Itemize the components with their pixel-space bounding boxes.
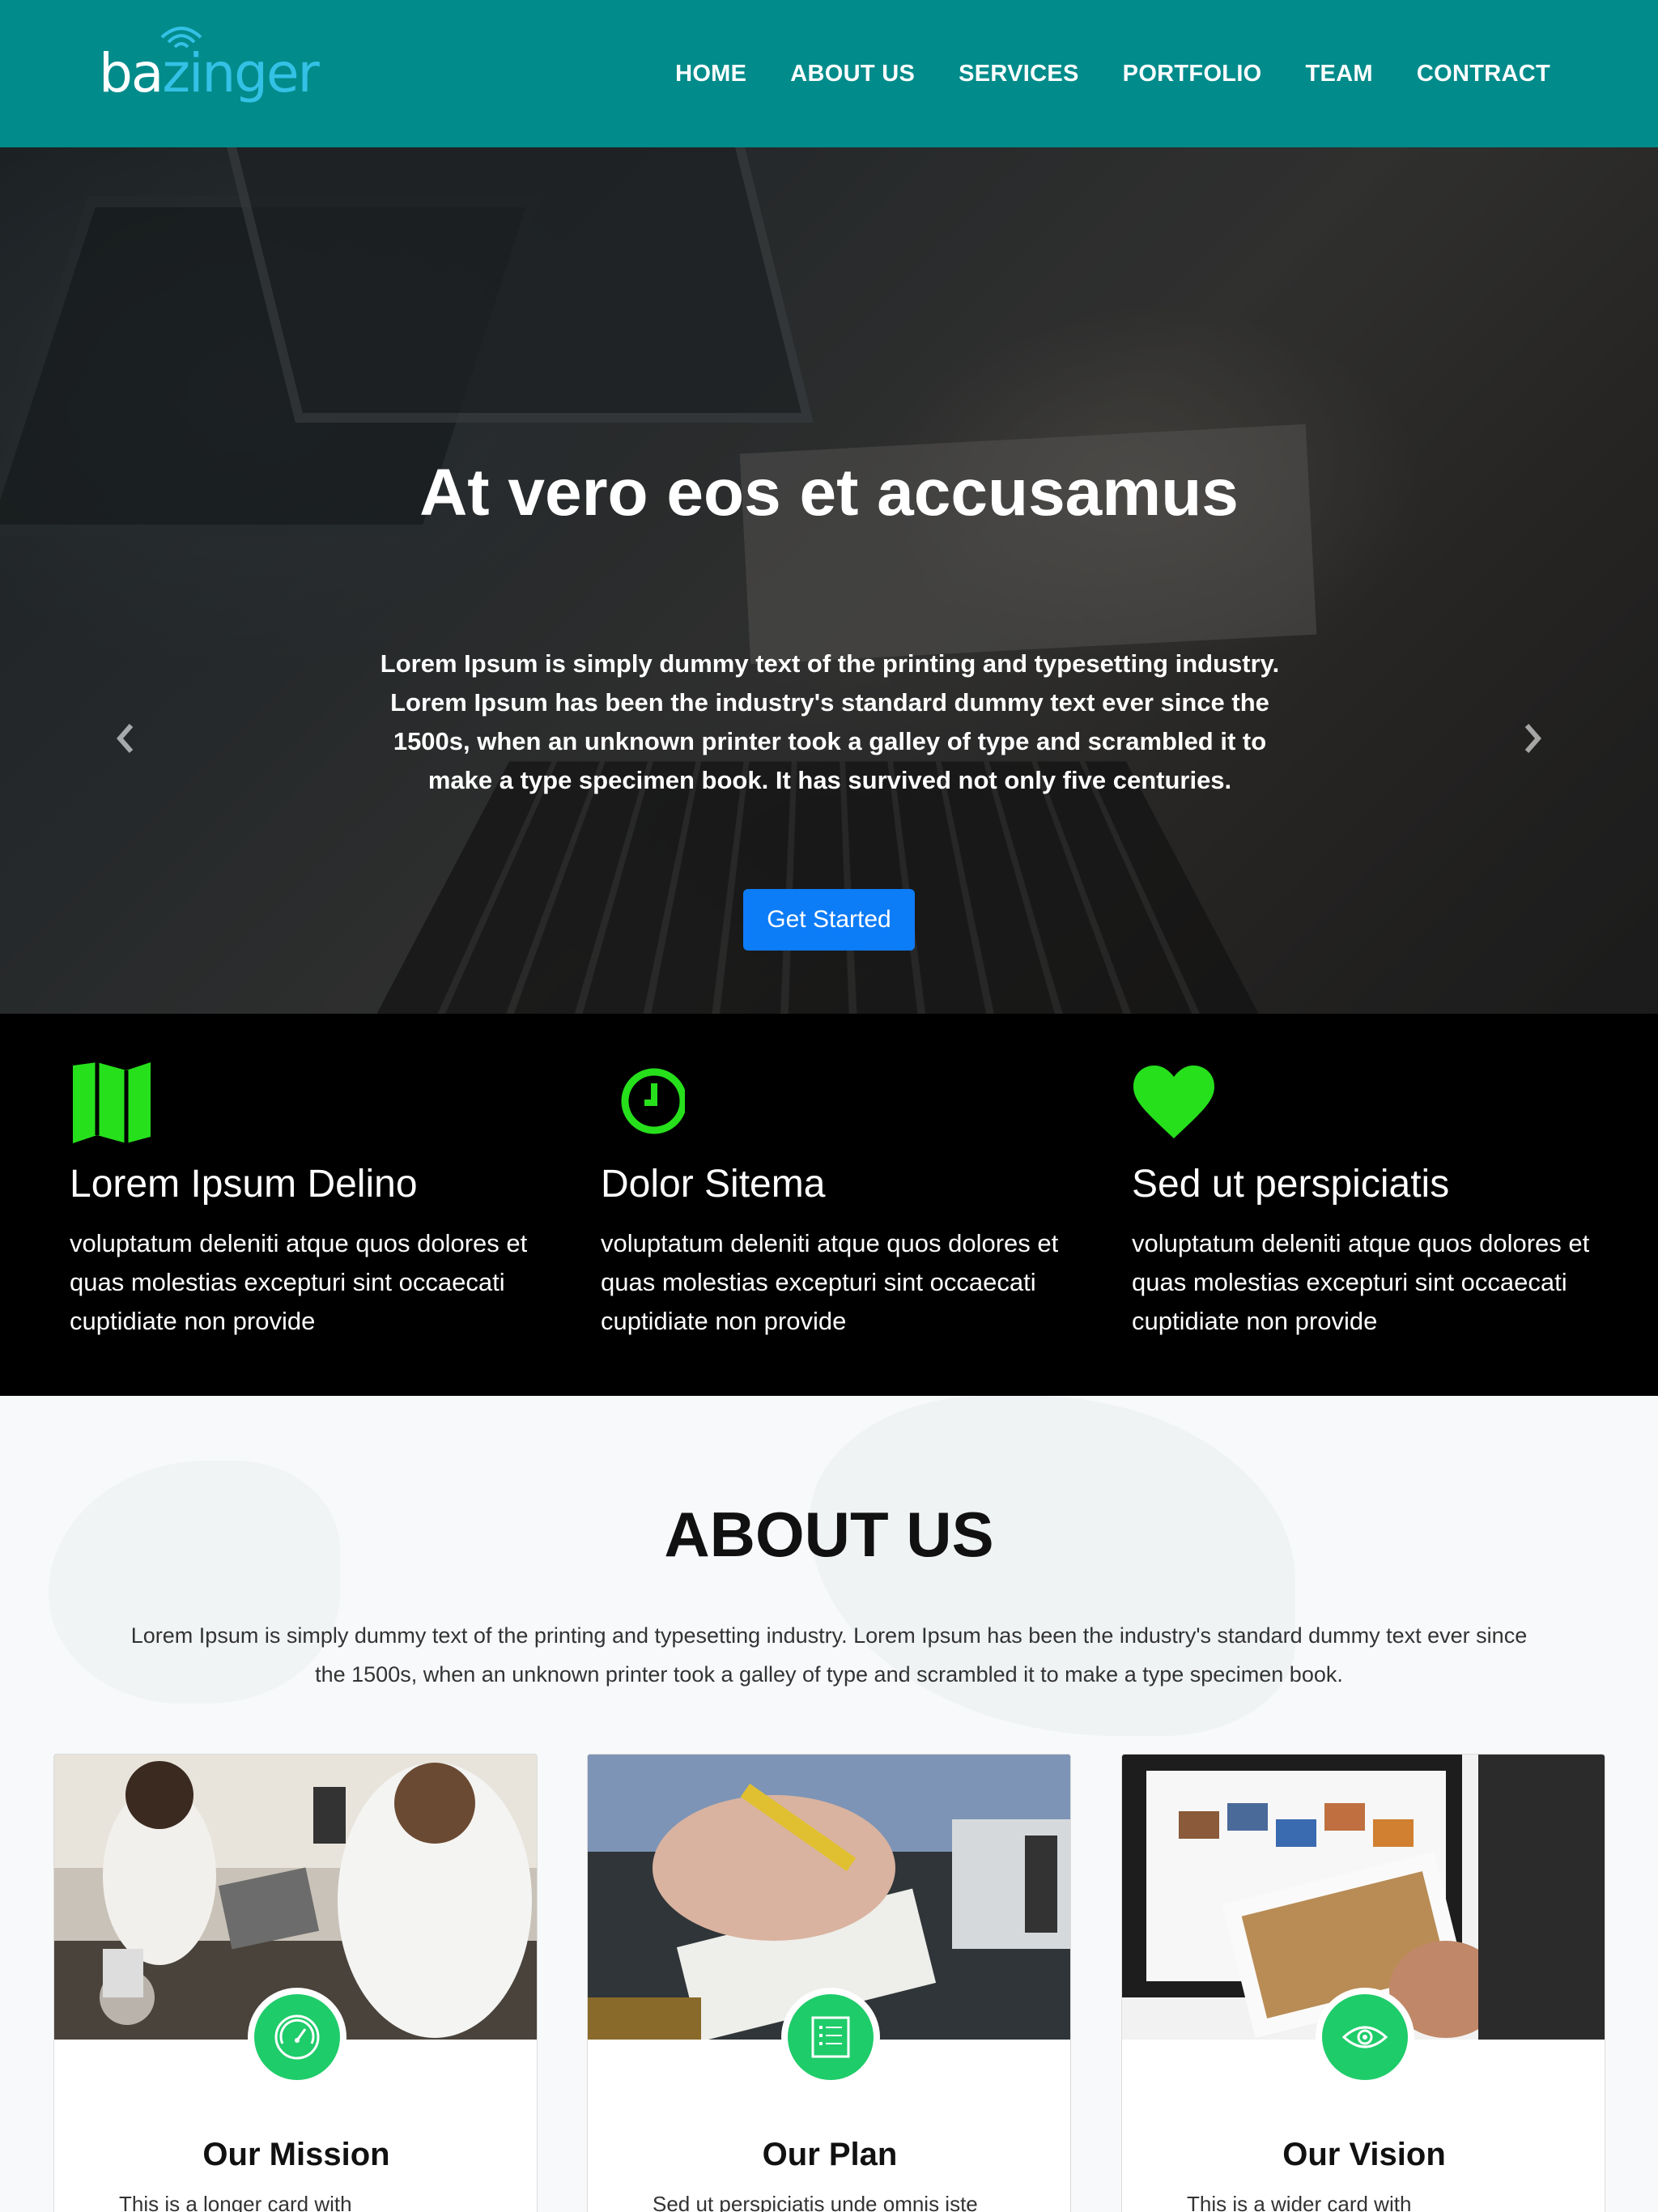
main-nav: HOME ABOUT US SERVICES PORTFOLIO TEAM CO… [653, 0, 1572, 147]
feature-item: Dolor Sitema voluptatum deleniti atque q… [601, 1059, 1070, 1341]
feature-text: voluptatum deleniti atque quos dolores e… [70, 1229, 528, 1335]
nav-item-contract[interactable]: CONTRACT [1395, 61, 1572, 87]
features-section: Lorem Ipsum Delino voluptatum deleniti a… [0, 1014, 1658, 1396]
map-icon [73, 1062, 151, 1143]
list-icon [811, 2016, 850, 2058]
carousel-next-button[interactable] [1517, 714, 1550, 763]
clock-icon [621, 1068, 687, 1134]
chevron-left-icon [117, 724, 134, 753]
card-text: This is a wider card with [1187, 2192, 1412, 2212]
speedometer-icon [274, 2014, 320, 2060]
feature-text: voluptatum deleniti atque quos dolores e… [1132, 1229, 1590, 1335]
eye-icon [1341, 2026, 1388, 2048]
chevron-right-icon [1524, 724, 1541, 753]
carousel-prev-button[interactable] [108, 714, 141, 763]
nav-item-services[interactable]: SERVICES [937, 61, 1101, 87]
about-card-mission[interactable]: Our Mission This is a longer card with [53, 1754, 538, 2212]
card-badge [248, 1988, 346, 2087]
nav-item-home[interactable]: HOME [653, 61, 768, 87]
feature-text: voluptatum deleniti atque quos dolores e… [601, 1229, 1059, 1335]
feature-title: Sed ut perspiciatis [1132, 1163, 1450, 1206]
navbar: bazinger HOME ABOUT US SERVICES PORTFOLI… [0, 0, 1658, 147]
nav-item-about-us[interactable]: ABOUT US [768, 61, 937, 87]
card-text: This is a longer card with [119, 2192, 352, 2212]
hero-text: Lorem Ipsum is simply dummy text of the … [380, 649, 1280, 794]
nav-item-portfolio[interactable]: PORTFOLIO [1101, 61, 1284, 87]
card-title: Our Plan [762, 2137, 898, 2172]
hero-overlay [0, 147, 1658, 1014]
card-badge [1316, 1988, 1414, 2087]
feature-title: Lorem Ipsum Delino [70, 1163, 418, 1206]
hero-carousel: At vero eos et accusamus Lorem Ipsum is … [0, 147, 1658, 1014]
about-card-plan[interactable]: Our Plan Sed ut perspiciatis unde omnis … [587, 1754, 1071, 2212]
brand-logo[interactable]: bazinger [99, 19, 320, 108]
about-section: ABOUT US Lorem Ipsum is simply dummy tex… [0, 1396, 1658, 2212]
nav-item-team[interactable]: TEAM [1284, 61, 1395, 87]
hero-title: At vero eos et accusamus [419, 456, 1239, 530]
card-title: Our Mission [202, 2137, 390, 2172]
feature-item: Sed ut perspiciatis voluptatum deleniti … [1132, 1059, 1601, 1341]
card-badge [781, 1988, 880, 2087]
logo-text: bazinger [99, 42, 320, 104]
card-title: Our Vision [1282, 2137, 1446, 2172]
about-text: Lorem Ipsum is simply dummy text of the … [130, 1623, 1528, 1687]
about-title: ABOUT US [664, 1499, 994, 1570]
card-text: Sed ut perspiciatis unde omnis iste [653, 2192, 978, 2212]
feature-item: Lorem Ipsum Delino voluptatum deleniti a… [70, 1059, 539, 1341]
get-started-button[interactable]: Get Started [743, 889, 915, 951]
about-card-vision[interactable]: Our Vision This is a wider card with [1121, 1754, 1605, 2212]
heart-icon [1133, 1066, 1214, 1138]
feature-title: Dolor Sitema [601, 1163, 826, 1206]
